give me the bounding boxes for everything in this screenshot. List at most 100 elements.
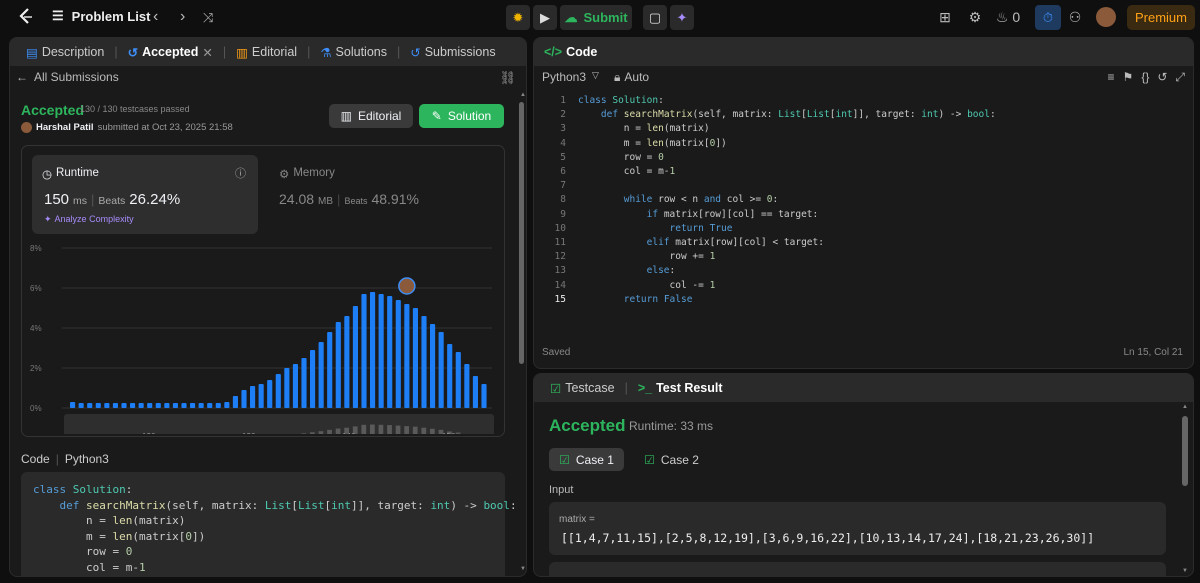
debug-button[interactable]: ✹ (506, 5, 530, 30)
code-line[interactable]: 1 class Solution: (534, 95, 1174, 109)
code-line: m = len(matrix[0]) (33, 529, 206, 543)
ai-button[interactable]: ✦ (670, 5, 694, 30)
code-line[interactable]: 7 (534, 180, 1174, 194)
code-editor[interactable]: 1 class Solution: 2 def searchMatrix(self,… (534, 95, 1184, 315)
tab-testcase[interactable]: ☑ Testcase (544, 381, 621, 396)
code-line[interactable]: 8 while row < n and col >= 0: (534, 194, 1174, 208)
left-scrollbar[interactable]: ▲ ▼ (517, 92, 526, 572)
line-number: 6 (560, 166, 566, 177)
case-2-tab[interactable]: ☑ Case 2 (634, 448, 709, 471)
run-button[interactable]: ▶ (533, 5, 557, 30)
case-label: Case 2 (660, 452, 699, 467)
solution-button[interactable]: ✎ Solution (419, 104, 504, 128)
reset-icon[interactable]: ↺ (1157, 70, 1167, 85)
avatar[interactable] (1096, 7, 1116, 27)
user-name[interactable]: Harshal Patil (36, 122, 94, 133)
premium-button[interactable]: Premium (1127, 5, 1195, 30)
add-friend-icon[interactable]: ⚇ (1060, 9, 1090, 26)
code-line: def searchMatrix(self, matrix: List[List… (59, 498, 517, 512)
code-line[interactable]: 12 row += 1 (534, 251, 1174, 265)
runtime-card[interactable]: ◷ Runtime ⓘ 150 ms | Beats 26.24% ✦ Analyz… (32, 155, 258, 234)
case-label: Case 1 (575, 452, 614, 467)
code-line[interactable]: 3 n = len(matrix) (534, 123, 1174, 137)
submit-button[interactable]: ☁ Submit (560, 5, 632, 30)
editorial-button[interactable]: ▥ Editorial (329, 104, 413, 128)
navigator-bar (412, 426, 418, 434)
close-icon[interactable]: ✕ (202, 45, 212, 60)
chart-bar (438, 332, 444, 408)
code-section-label: Code (21, 452, 50, 466)
clock-icon: ◷ (42, 169, 53, 181)
back-link[interactable]: ← All Submissions (16, 70, 119, 84)
layout-icon[interactable]: ⊞ (930, 9, 960, 26)
tab-label: Submissions (424, 45, 496, 59)
chart-bar (250, 386, 256, 408)
note-icon: ▢ (648, 9, 662, 25)
tab-accepted[interactable]: ↺ Accepted ✕ (122, 45, 219, 60)
line-number: 4 (560, 137, 566, 149)
share-link-icon[interactable]: ⛓ (499, 70, 516, 86)
code-line[interactable]: 15 return False (534, 294, 1174, 308)
case-1-tab[interactable]: ☑ Case 1 (549, 448, 624, 471)
chart-bar (447, 344, 453, 408)
prev-problem-icon[interactable]: ‹ (153, 8, 158, 26)
beats-label: Beats (344, 196, 368, 206)
chart-bar (172, 403, 178, 408)
runtime-distribution-chart[interactable]: 8%6%4%2%0%121ms126ms131ms136ms141ms146ms… (30, 238, 500, 434)
problem-list-label: Problem List (71, 8, 151, 24)
code-line[interactable]: 10 return True (534, 223, 1174, 237)
code-line[interactable]: 11 elif matrix[row][col] < target: (534, 237, 1174, 251)
memory-value: 24.08 (279, 191, 315, 207)
next-input-box (549, 562, 1166, 576)
shuffle-icon[interactable]: ⤨ (203, 10, 213, 26)
timer-button[interactable]: ⏱ (1035, 5, 1061, 30)
input-label: Input (549, 484, 574, 496)
code-line: n = len(matrix) (33, 514, 186, 527)
submission-panel: ▤ Description | ↺ Accepted ✕ | ▥ Editorial | ⚗ S… (9, 37, 527, 577)
line-number: 9 (560, 208, 566, 220)
next-problem-icon[interactable]: › (180, 8, 185, 26)
code-line[interactable]: 14 col -= 1 (534, 280, 1174, 294)
tab-solutions[interactable]: ⚗ Solutions (314, 45, 393, 60)
list-icon: ☰ (52, 8, 64, 23)
language-select[interactable]: Python3 ▽ (542, 70, 599, 84)
chart-bar (284, 368, 290, 408)
code-line[interactable]: 13 else: (534, 265, 1174, 279)
tab-label: Testcase (565, 381, 615, 395)
chart-bar (344, 316, 350, 408)
braces-icon[interactable]: {} (1141, 70, 1149, 85)
matrix-label: matrix = (559, 514, 595, 525)
problem-list-link[interactable]: ☰ Problem List (52, 8, 150, 24)
code-line[interactable]: 9 if matrix[row][col] == target: (534, 209, 1174, 223)
chart-bar (292, 364, 298, 408)
info-icon[interactable]: ⓘ (235, 165, 246, 181)
memory-card[interactable]: ⚙ Memory (279, 167, 335, 181)
settings-icon[interactable]: ⚙ (960, 9, 990, 26)
tab-editorial[interactable]: ▥ Editorial (230, 45, 303, 60)
notes-button[interactable]: ▢ (643, 5, 667, 30)
expand-icon[interactable]: ⤢ (1175, 70, 1185, 85)
bookmark-icon[interactable]: ⚑ (1123, 70, 1134, 85)
code-text: m = len(matrix[0]) (578, 137, 727, 149)
tab-submissions[interactable]: ↺ Submissions (404, 45, 501, 60)
code-text: class Solution: (578, 95, 664, 106)
auto-mode[interactable]: 🔒︎ Auto (614, 70, 649, 85)
streak-counter[interactable]: ♨ 0 (990, 9, 1026, 26)
chart-bar (404, 304, 410, 408)
code-line[interactable]: 5 row = 0 (534, 152, 1174, 166)
navigator-bar (310, 432, 315, 434)
leetcode-logo-icon[interactable] (15, 6, 37, 28)
format-icon[interactable]: ≡ (1108, 70, 1115, 85)
chart-bar (78, 403, 84, 408)
code-text: n = len(matrix) (578, 123, 710, 135)
code-line[interactable]: 2 def searchMatrix(self, matrix: List[Li… (534, 109, 1174, 123)
tab-test-result[interactable]: >_ Test Result (632, 381, 729, 395)
chart-bar (472, 376, 478, 408)
code-line[interactable]: 6 col = m-1 (534, 166, 1174, 180)
tab-description[interactable]: ▤ Description (20, 45, 110, 60)
analyze-complexity-link[interactable]: ✦ Analyze Complexity (44, 214, 134, 225)
solution-label: Solution (447, 109, 492, 123)
result-scrollbar[interactable]: ▲ ▼ (1180, 402, 1190, 574)
code-line[interactable]: 4 m = len(matrix[0]) (534, 138, 1174, 152)
navigator-bar (318, 431, 324, 434)
